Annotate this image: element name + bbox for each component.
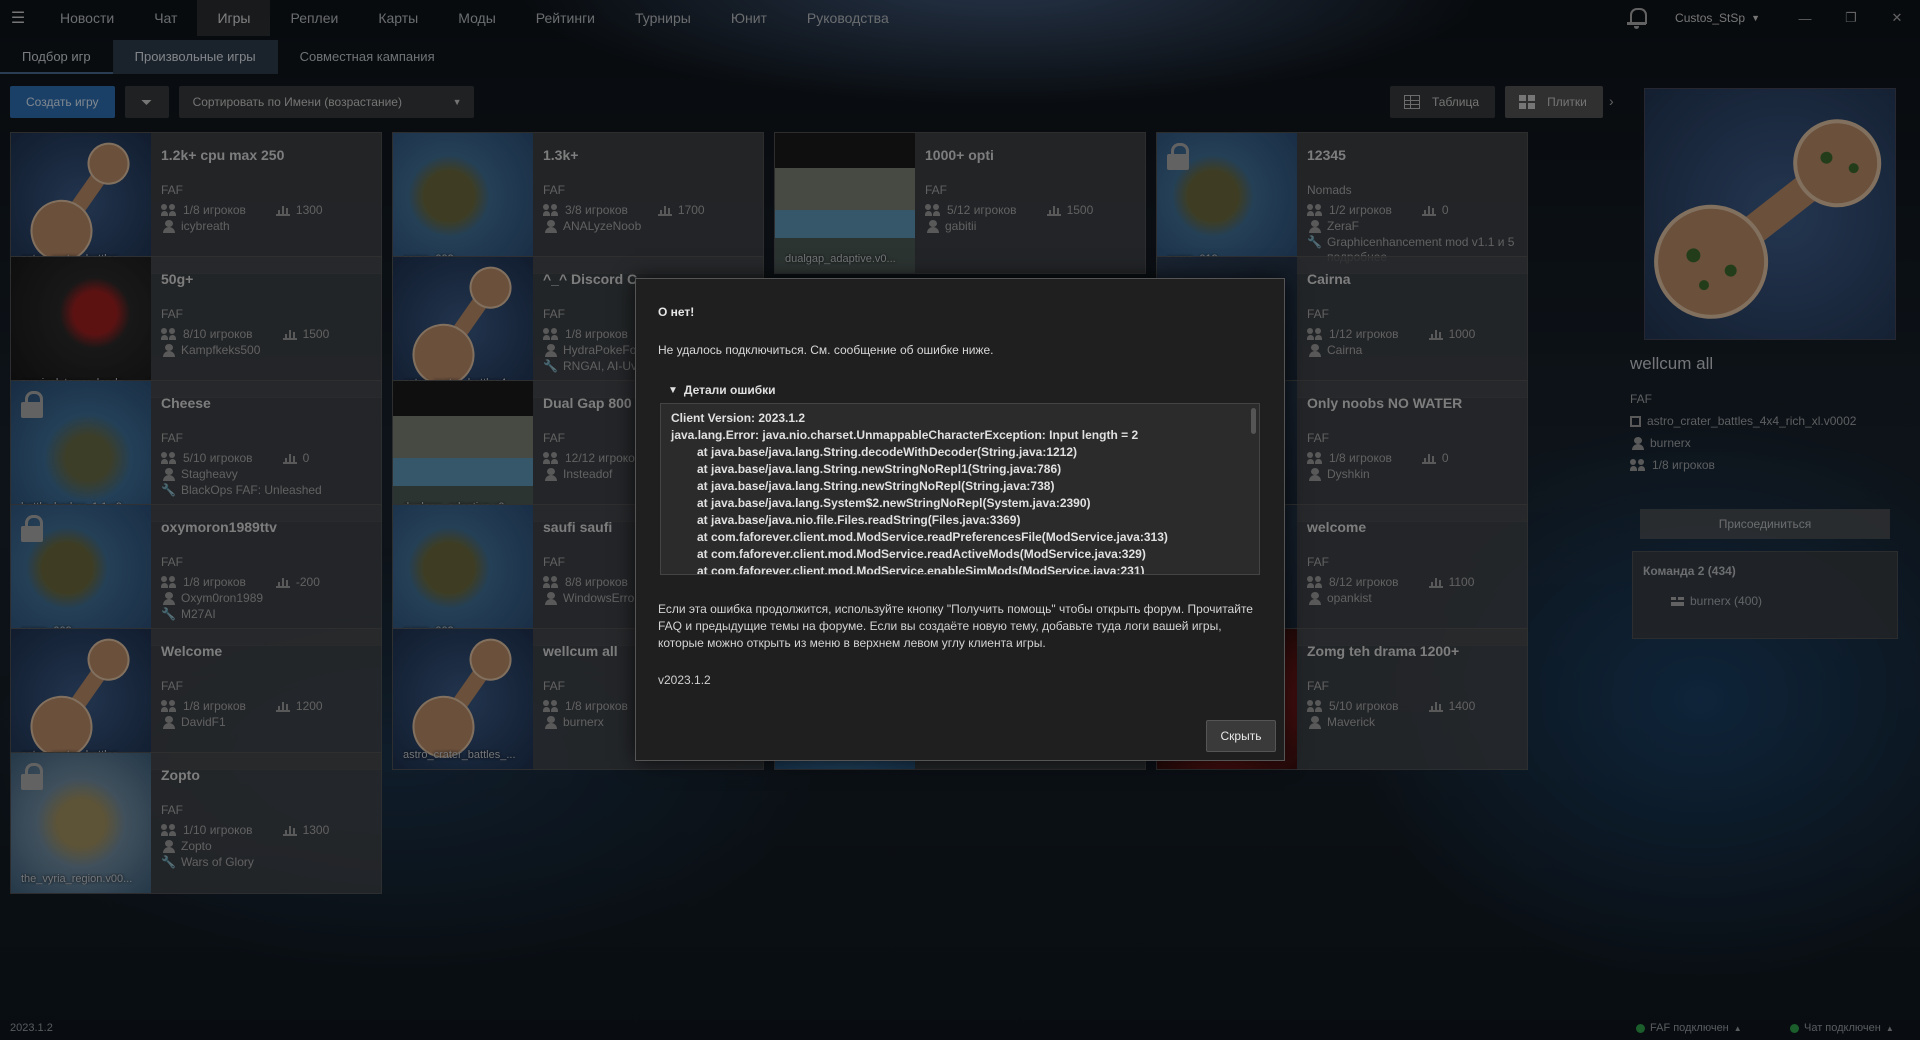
scrollbar[interactable]	[1251, 408, 1256, 434]
dialog-message: Не удалось подключиться. См. сообщение о…	[658, 343, 994, 357]
trace-line: at com.faforever.client.mod.ModService.e…	[697, 564, 1145, 575]
triangle-down-icon: ▼	[668, 384, 678, 396]
trace-line: java.lang.Error: java.nio.charset.Unmapp…	[671, 428, 1139, 442]
trace-line: at java.base/java.nio.file.Files.readStr…	[697, 513, 1021, 527]
trace-line: at java.base/java.lang.String.newStringN…	[697, 462, 1062, 476]
trace-line: at com.faforever.client.mod.ModService.r…	[697, 530, 1168, 544]
error-details-label: Детали ошибки	[683, 383, 776, 397]
trace-line: Client Version: 2023.1.2	[671, 411, 806, 425]
trace-line: at com.faforever.client.mod.ModService.r…	[697, 547, 1146, 561]
trace-line: at java.base/java.lang.System$2.newStrin…	[697, 496, 1091, 510]
trace-line: at java.base/java.lang.String.decodeWith…	[697, 445, 1078, 459]
hide-button[interactable]: Скрыть	[1206, 720, 1276, 752]
trace-line: at java.base/java.lang.String.newStringN…	[697, 479, 1055, 493]
dialog-help-text: Если эта ошибка продолжится, используйте…	[658, 602, 1253, 650]
error-trace[interactable]: Client Version: 2023.1.2 java.lang.Error:…	[660, 403, 1260, 575]
error-dialog: О нет! Не удалось подключиться. См. сооб…	[635, 278, 1285, 761]
dialog-title: О нет!	[658, 305, 695, 319]
error-details-toggle[interactable]: ▼ Детали ошибки	[668, 383, 776, 397]
dialog-version: v2023.1.2	[658, 673, 711, 687]
